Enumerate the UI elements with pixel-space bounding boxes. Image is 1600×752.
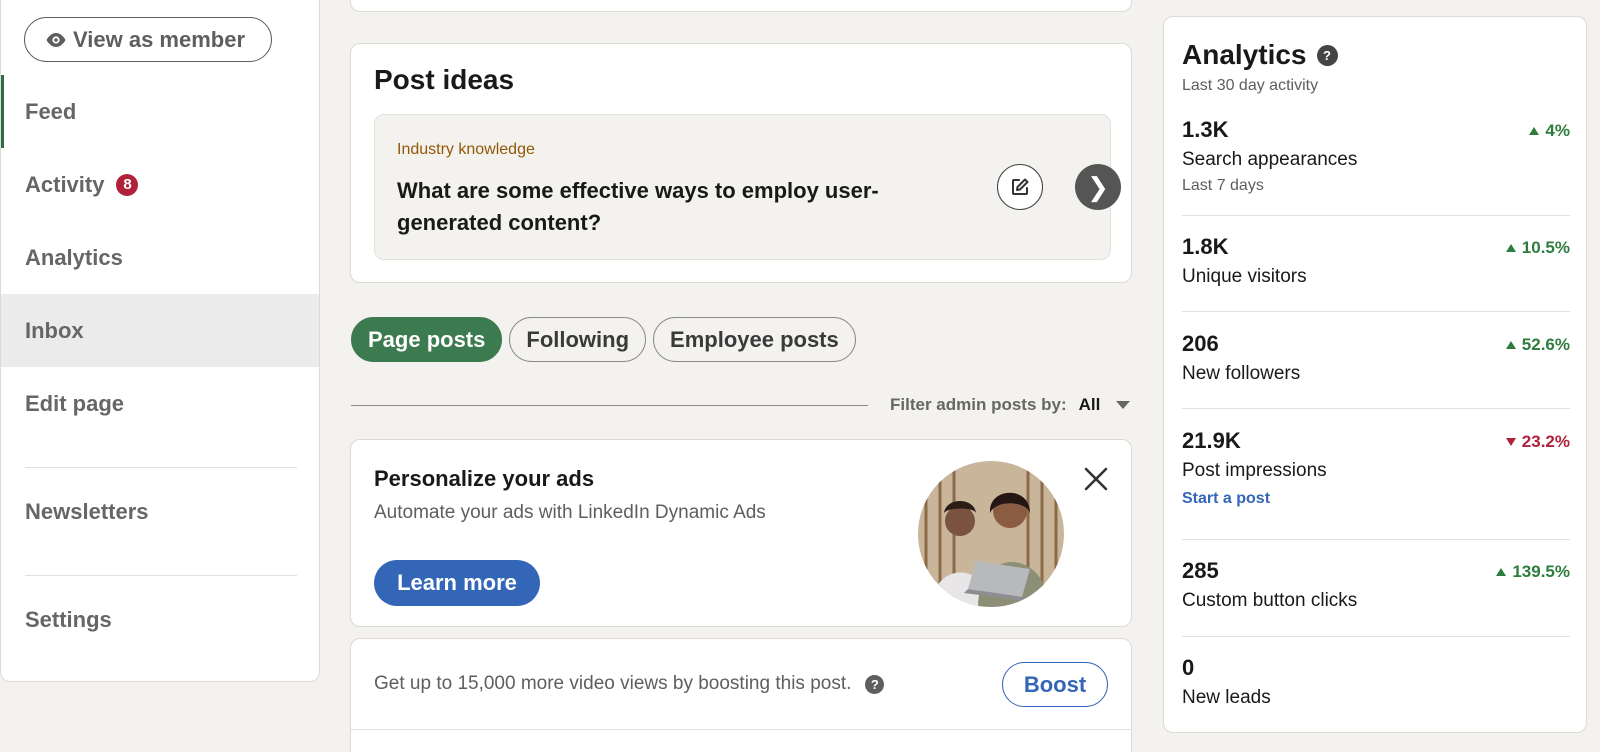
metric-new-followers[interactable]: 206 New followers 52.6% xyxy=(1182,331,1570,385)
sidebar-item-newsletters[interactable]: Newsletters xyxy=(1,475,319,548)
idea-category: Industry knowledge xyxy=(397,141,535,158)
sidebar-item-label: Settings xyxy=(25,606,112,632)
metric-change-value: 139.5% xyxy=(1512,562,1570,581)
metric-divider xyxy=(1182,215,1570,216)
trend-up-icon xyxy=(1505,341,1516,349)
boost-card: Get up to 15,000 more video views by boo… xyxy=(350,638,1132,752)
edit-icon xyxy=(1012,178,1029,195)
sidebar-divider xyxy=(25,467,297,468)
metric-change-value: 10.5% xyxy=(1521,238,1570,257)
post-idea-item: Industry knowledge What are some effecti… xyxy=(374,114,1111,260)
metric-label: New followers xyxy=(1182,363,1301,384)
metric-change: 139.5% xyxy=(1496,562,1570,582)
metric-change-value: 4% xyxy=(1545,121,1570,140)
tab-page-posts[interactable]: Page posts xyxy=(351,317,503,362)
sidebar-divider xyxy=(25,575,297,576)
post-tabs: Page posts Following Employee posts xyxy=(351,317,856,362)
analytics-panel: Analytics ? Last 30 day activity 1.3K Se… xyxy=(1163,16,1587,733)
analytics-title-text: Analytics xyxy=(1182,39,1307,70)
metric-label: Unique visitors xyxy=(1182,266,1307,287)
metric-change: 4% xyxy=(1529,121,1570,141)
left-sidebar: View as member Feed Activity 8 Analytics… xyxy=(0,0,320,682)
post-ideas-card: Post ideas Industry knowledge What are s… xyxy=(350,43,1132,283)
trend-up-icon xyxy=(1496,568,1507,576)
caret-down-icon[interactable] xyxy=(1116,401,1131,409)
filter-label: Filter admin posts by: xyxy=(890,395,1067,414)
sidebar-item-label: Analytics xyxy=(25,244,123,270)
boost-message: Get up to 15,000 more video views by boo… xyxy=(374,673,885,695)
boost-text: Get up to 15,000 more video views by boo… xyxy=(374,673,852,694)
sidebar-item-edit-page[interactable]: Edit page xyxy=(1,367,319,440)
metric-period: Last 7 days xyxy=(1182,177,1264,194)
post-ideas-title: Post ideas xyxy=(374,64,515,95)
metric-post-impressions[interactable]: 21.9K Post impressions Start a post 23.2… xyxy=(1182,428,1570,508)
card-divider xyxy=(351,729,1131,730)
sidebar-item-label: Newsletters xyxy=(25,498,149,524)
write-post-button[interactable] xyxy=(997,164,1043,210)
sidebar-item-activity[interactable]: Activity 8 xyxy=(1,148,319,221)
help-icon[interactable]: ? xyxy=(865,674,885,694)
admin-post-filter[interactable]: Filter admin posts by: All xyxy=(890,395,1131,415)
metric-divider xyxy=(1182,539,1570,540)
metric-label: New leads xyxy=(1182,687,1271,708)
idea-text: What are some effective ways to employ u… xyxy=(397,178,879,235)
metric-change-value: 52.6% xyxy=(1521,335,1570,354)
filter-value[interactable]: All xyxy=(1079,395,1101,415)
sidebar-item-analytics[interactable]: Analytics xyxy=(1,221,319,294)
sidebar-item-inbox[interactable]: Inbox xyxy=(1,294,319,367)
eye-icon xyxy=(46,32,66,47)
filter-divider xyxy=(351,405,868,406)
ad-card-title: Personalize your ads xyxy=(374,466,595,491)
metric-value: 1.3K xyxy=(1182,117,1229,142)
sidebar-item-label: Edit page xyxy=(25,390,125,416)
view-as-member-label: View as member xyxy=(73,26,246,52)
tab-following[interactable]: Following xyxy=(509,317,647,362)
dynamic-ads-card: Personalize your ads Automate your ads w… xyxy=(350,439,1132,627)
sidebar-item-label: Activity xyxy=(25,171,105,197)
trend-down-icon xyxy=(1505,438,1516,446)
close-icon[interactable] xyxy=(1081,464,1111,494)
metric-change: 10.5% xyxy=(1505,238,1570,258)
metric-change-value: 23.2% xyxy=(1521,432,1570,451)
metric-label: Search appearances xyxy=(1182,149,1358,170)
analytics-title: Analytics ? xyxy=(1182,39,1338,71)
start-a-post-link[interactable]: Start a post xyxy=(1182,490,1570,508)
learn-more-button[interactable]: Learn more xyxy=(374,560,540,606)
metric-new-leads[interactable]: 0 New leads xyxy=(1182,655,1570,709)
help-icon[interactable]: ? xyxy=(1316,44,1338,66)
notification-badge: 8 xyxy=(116,173,139,196)
metric-custom-button-clicks[interactable]: 285 Custom button clicks 139.5% xyxy=(1182,558,1570,612)
ad-card-subtitle: Automate your ads with LinkedIn Dynamic … xyxy=(374,502,766,523)
boost-button[interactable]: Boost xyxy=(1002,662,1108,707)
metric-search-appearances[interactable]: 1.3K Search appearances Last 7 days 4% xyxy=(1182,117,1570,195)
trend-up-icon xyxy=(1529,127,1540,135)
sidebar-item-settings[interactable]: Settings xyxy=(1,583,319,656)
sidebar-item-feed[interactable]: Feed xyxy=(1,75,319,148)
chevron-right-icon: ❯ xyxy=(1087,171,1109,202)
metric-change: 52.6% xyxy=(1505,335,1570,355)
next-idea-button[interactable]: ❯ xyxy=(1075,164,1121,210)
metric-divider xyxy=(1182,408,1570,409)
metric-change: 23.2% xyxy=(1505,432,1570,452)
metric-unique-visitors[interactable]: 1.8K Unique visitors 10.5% xyxy=(1182,234,1570,288)
sidebar-item-label: Feed xyxy=(25,98,77,124)
sidebar-item-label: Inbox xyxy=(25,317,84,343)
tab-employee-posts[interactable]: Employee posts xyxy=(653,317,856,362)
view-as-member-button[interactable]: View as member xyxy=(24,17,272,62)
metric-divider xyxy=(1182,311,1570,312)
previous-card xyxy=(350,0,1132,12)
analytics-subtitle: Last 30 day activity xyxy=(1182,77,1319,94)
ad-illustration xyxy=(918,461,1064,607)
metric-label: Post impressions xyxy=(1182,460,1327,481)
metric-divider xyxy=(1182,636,1570,637)
trend-up-icon xyxy=(1505,244,1516,252)
metric-label: Custom button clicks xyxy=(1182,590,1358,611)
metric-value: 0 xyxy=(1182,655,1195,680)
